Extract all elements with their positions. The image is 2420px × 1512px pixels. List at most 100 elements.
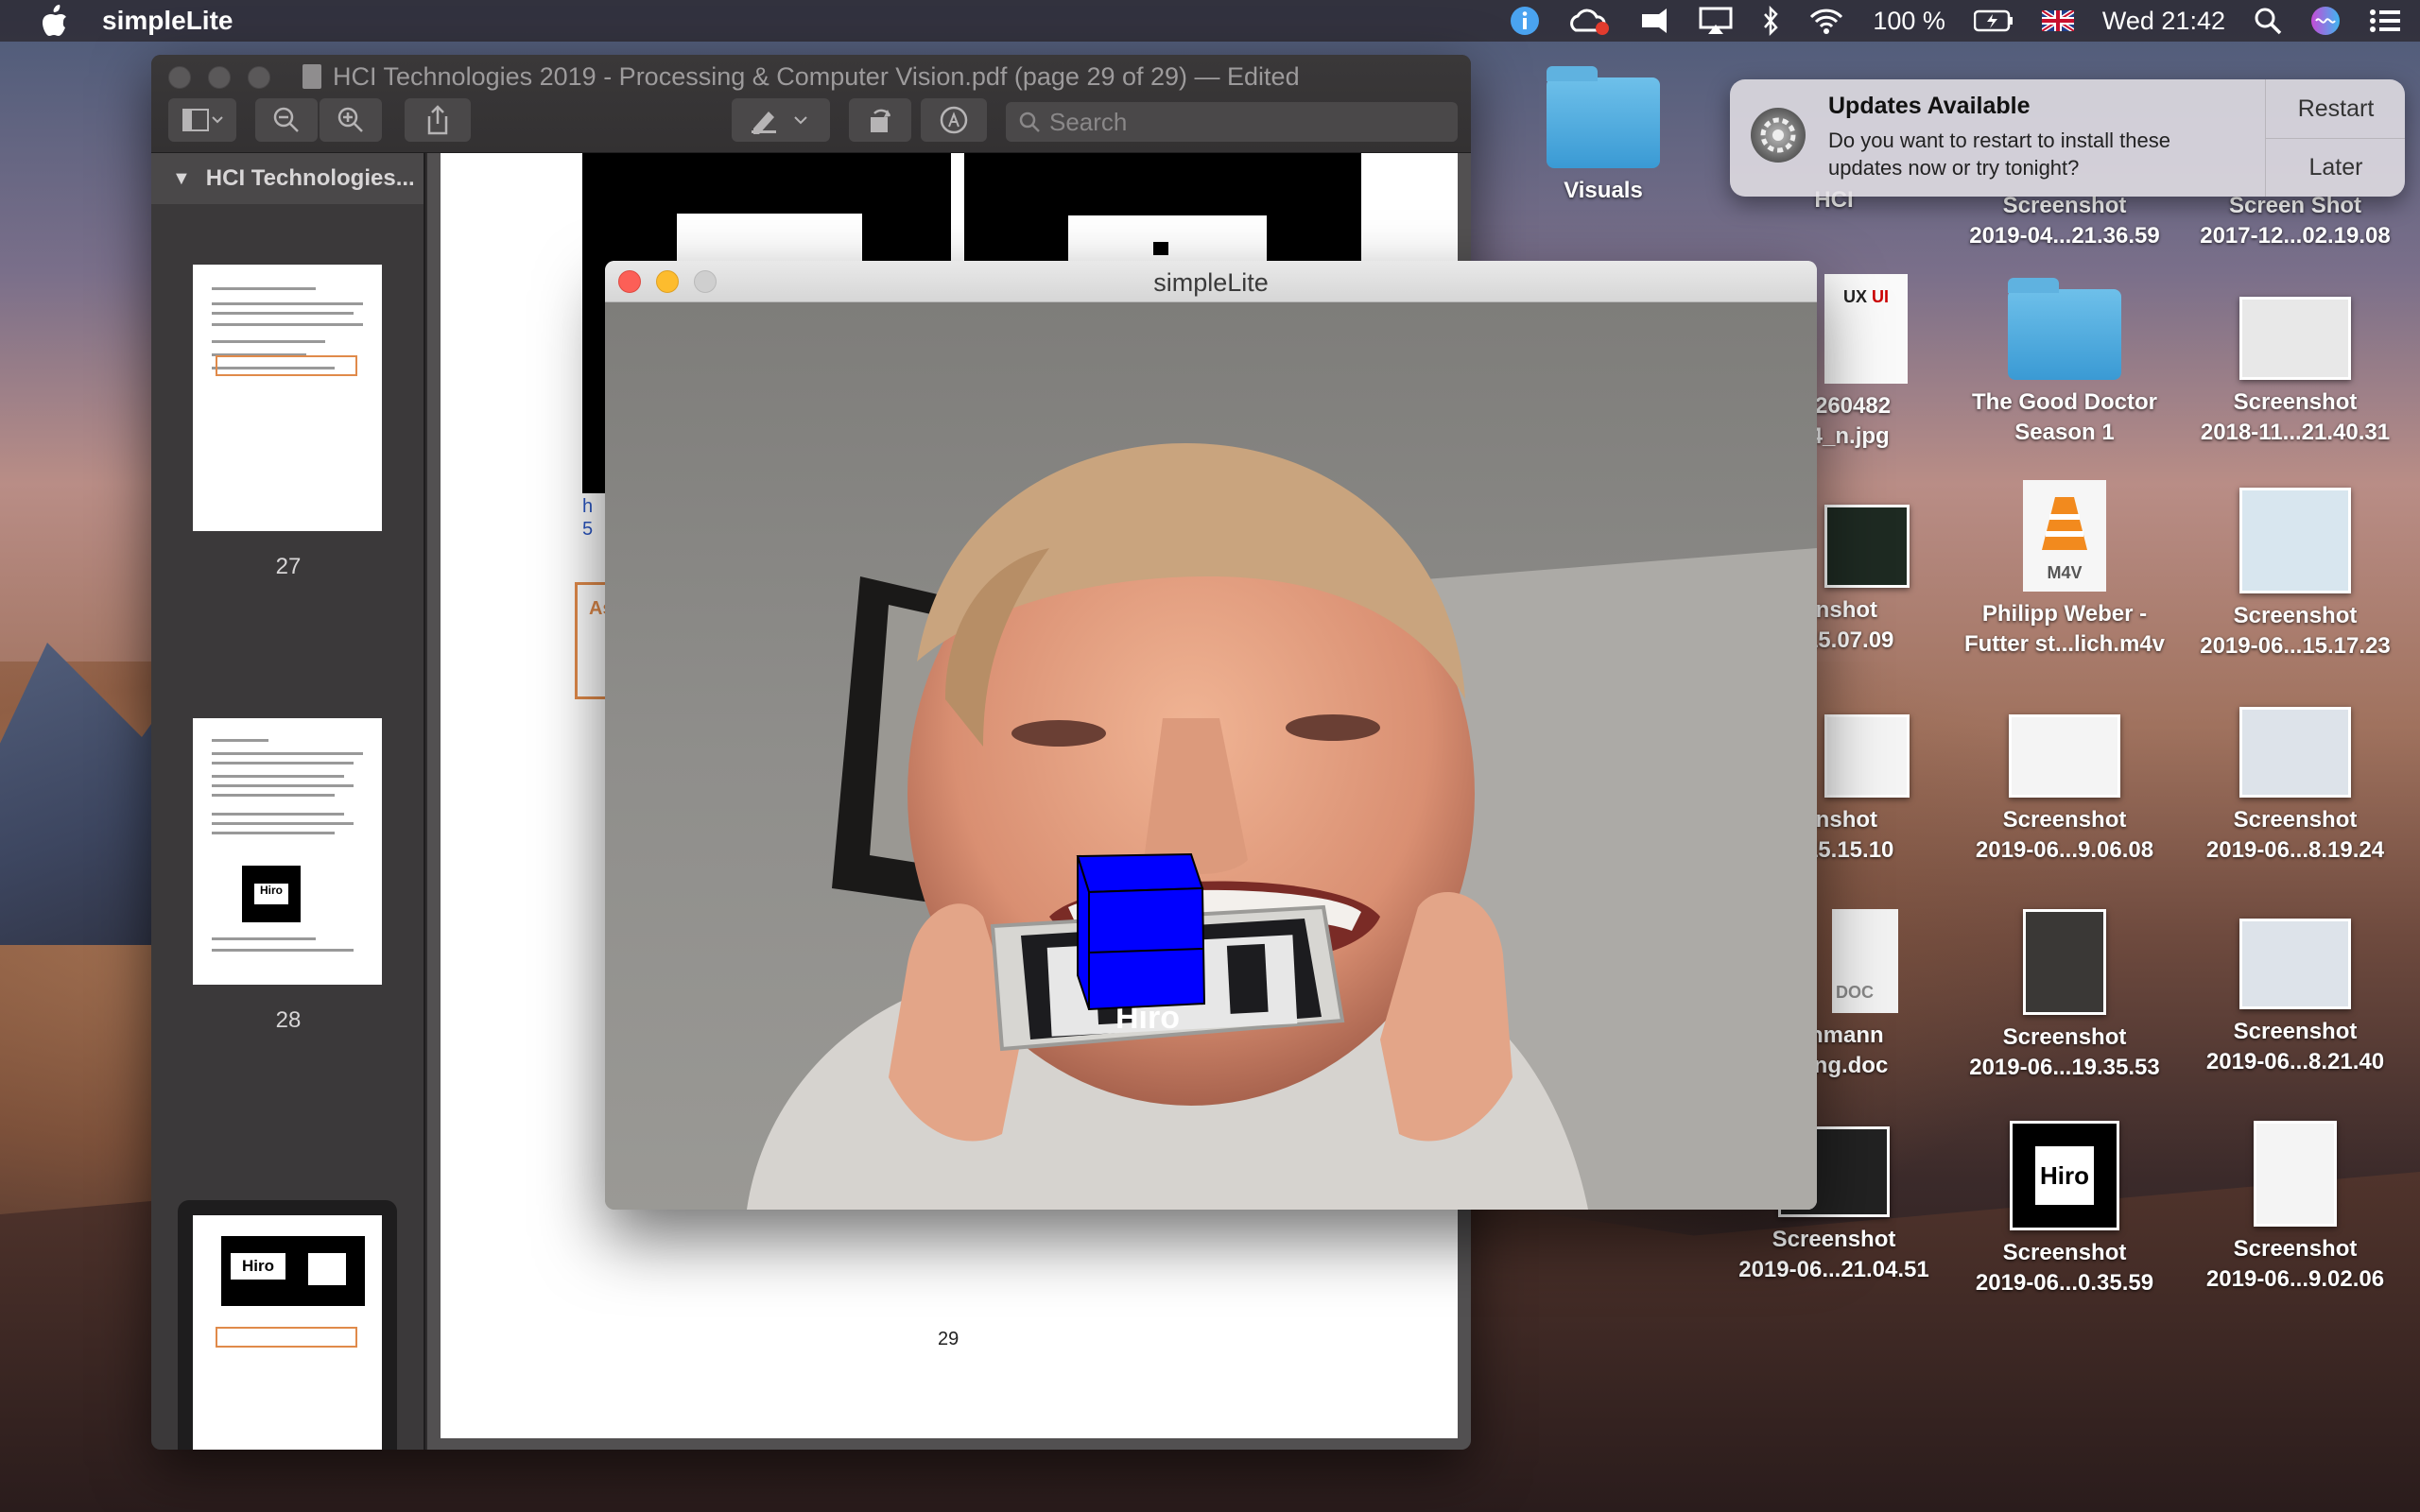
system-preferences-gear-icon	[1751, 108, 1806, 163]
icon-sublabel: 2019-04...21.36.59	[1969, 223, 2160, 249]
bluetooth-icon[interactable]	[1761, 0, 1780, 42]
icon-label: Visuals	[1564, 178, 1643, 203]
spotlight-search-icon[interactable]	[2254, 0, 2282, 42]
disclosure-triangle-icon[interactable]: ▼	[172, 168, 191, 190]
page-number-label: 27	[275, 554, 302, 579]
zoom-button[interactable]	[248, 66, 270, 89]
restart-button[interactable]: Restart	[2266, 79, 2405, 138]
icon-label: Screenshot	[2002, 807, 2127, 833]
icon-sublabel: 2017-12...02.19.08	[2200, 223, 2391, 249]
desktop-folder-visuals[interactable]: Visuals	[1490, 66, 1717, 206]
highlighter-icon	[752, 112, 807, 134]
icon-sublabel: 2019-06...19.35.53	[1969, 1055, 2160, 1080]
preview-titlebar[interactable]: HCI Technologies 2019 - Processing & Com…	[151, 55, 1471, 153]
desktop-file-m4v[interactable]: M4V Philipp Weber - Futter st...lich.m4v	[1951, 480, 2178, 660]
markup-toolbar-button[interactable]	[921, 98, 987, 142]
screenshot-thumbnail-icon	[2239, 488, 2351, 593]
icon-label: Screenshot	[2002, 1024, 2127, 1050]
input-source-flag-icon[interactable]	[2041, 0, 2074, 42]
share-icon	[427, 105, 448, 135]
icon-sublabel: Futter st...lich.m4v	[1963, 631, 2166, 657]
screenshot-thumbnail-icon	[2009, 714, 2120, 798]
desktop-file-screenshot[interactable]: Screenshot 2019-06...8.19.24	[2182, 707, 2409, 866]
icon-sublabel: 2019-06...15.17.23	[2200, 633, 2391, 659]
apple-menu-icon[interactable]	[36, 2, 74, 40]
share-button[interactable]	[405, 98, 471, 142]
desktop-file-screenshot[interactable]: Screenshot 2019-04...21.36.59	[1951, 191, 2178, 251]
desktop-file-screen-shot[interactable]: Screen Shot 2017-12...02.19.08	[2182, 191, 2409, 251]
sidebar-document-header[interactable]: ▼ HCI Technologies...	[151, 153, 424, 204]
zoom-in-icon	[337, 107, 363, 132]
siri-icon[interactable]	[2310, 0, 2341, 42]
wifi-icon[interactable]	[1808, 0, 1844, 42]
battery-percentage[interactable]: 100 %	[1873, 0, 1945, 42]
clock[interactable]: Wed 21:42	[2102, 0, 2225, 42]
window-title: HCI Technologies 2019 - Processing & Com…	[302, 62, 1300, 92]
zoom-in-button[interactable]	[320, 98, 382, 142]
desktop-file-screenshot[interactable]: Screenshot 2019-06...15.17.23	[2182, 488, 2409, 662]
info-icon[interactable]	[1510, 0, 1540, 42]
rotate-button[interactable]	[849, 98, 911, 142]
desktop-file-screenshot[interactable]: Screenshot 2018-11...21.40.31	[2182, 297, 2409, 448]
page-thumbnail-27[interactable]	[193, 265, 382, 531]
active-app-name[interactable]: simpleLite	[102, 6, 233, 36]
desktop-file-screenshot[interactable]: Screenshot 2019-06...9.06.08	[1951, 714, 2178, 866]
hiro-marker-mini: Hiro	[254, 884, 288, 904]
update-notification[interactable]: Updates Available Do you want to restart…	[1730, 79, 2405, 197]
page-thumbnail-28[interactable]: Hiro	[193, 718, 382, 985]
icon-sublabel: 2018-11...21.40.31	[2200, 420, 2391, 445]
desktop-file-screenshot[interactable]: Screenshot 2019-06...19.35.53	[1951, 909, 2178, 1083]
ar-cube-top	[1076, 852, 1204, 894]
icon-label: Screenshot	[2002, 1240, 2127, 1265]
icon-label: Screenshot	[2233, 389, 2358, 415]
markup-highlight-button[interactable]	[732, 98, 830, 142]
window-controls	[168, 66, 270, 89]
ar-camera-feed: Hiro	[605, 302, 1817, 1210]
simplelite-titlebar[interactable]: simpleLite	[605, 261, 1817, 302]
minimize-button[interactable]	[208, 66, 231, 89]
rotate-icon	[871, 109, 891, 132]
sidebar-toggle-button[interactable]	[168, 98, 236, 142]
folder-icon	[1547, 66, 1660, 168]
desktop-file-screenshot[interactable]: Screenshot 2019-06...8.21.40	[2182, 919, 2409, 1077]
notification-center-badge-icon[interactable]	[1638, 0, 1670, 42]
battery-icon[interactable]	[1973, 0, 2014, 42]
icon-sublabel: Season 1	[2014, 420, 2115, 445]
notification-actions: Restart Later	[2265, 79, 2405, 197]
notification-center-icon[interactable]	[2369, 0, 2401, 42]
sidebar-icon	[182, 109, 223, 131]
icon-label: Screenshot	[2233, 1019, 2358, 1044]
icon-label: Screenshot	[2233, 1236, 2358, 1262]
search-field[interactable]: Search	[1006, 102, 1458, 142]
icon-label: The Good Doctor	[1972, 389, 2157, 415]
icon-sublabel: 2019-06...9.02.06	[2205, 1266, 2385, 1292]
close-button[interactable]	[168, 66, 191, 89]
later-button[interactable]: Later	[2266, 138, 2405, 197]
image-file-icon: UX UI	[1824, 274, 1908, 384]
zoom-out-icon	[273, 107, 299, 132]
notification-body: Do you want to restart to install these …	[1828, 129, 2170, 180]
notification-title: Updates Available	[1828, 93, 2031, 119]
desktop-folder-good-doctor[interactable]: The Good Doctor Season 1	[1951, 278, 2178, 448]
screenshot-thumbnail-icon	[2239, 919, 2351, 1009]
icon-label: Screenshot	[2233, 603, 2358, 628]
desktop-file-hiro-marker[interactable]: Hiro Screenshot 2019-06...0.35.59	[1951, 1121, 2178, 1298]
menu-extras: 100 % Wed 21:42	[1510, 0, 2401, 42]
page-thumbnail-29[interactable]: Hiro	[193, 1215, 382, 1450]
zoom-out-button[interactable]	[255, 98, 318, 142]
creative-cloud-icon[interactable]	[1568, 0, 1610, 42]
simplelite-window: simpleLite Hiro	[605, 261, 1817, 1210]
screenshot-thumbnail-icon	[2239, 297, 2351, 380]
screenshot-thumbnail-icon	[1824, 505, 1910, 588]
screenshot-thumbnail-icon	[2023, 909, 2106, 1015]
camera-view: Hiro	[605, 302, 1817, 1210]
pdf-document-icon	[302, 64, 321, 89]
icon-label: Screenshot	[1772, 1227, 1896, 1252]
link-fragment[interactable]: h5	[582, 495, 593, 541]
window-title: simpleLite	[1153, 268, 1269, 297]
airplay-icon[interactable]	[1699, 0, 1733, 42]
desktop-file-screenshot[interactable]: Screenshot 2019-06...9.02.06	[2182, 1121, 2409, 1295]
thumbnail-sidebar: ▼ HCI Technologies... 27 Hiro 28 Hiro	[151, 153, 425, 1450]
icon-sublabel: 2019-06...8.19.24	[2205, 837, 2385, 863]
hiro-marker-mini: Hiro	[231, 1253, 285, 1280]
